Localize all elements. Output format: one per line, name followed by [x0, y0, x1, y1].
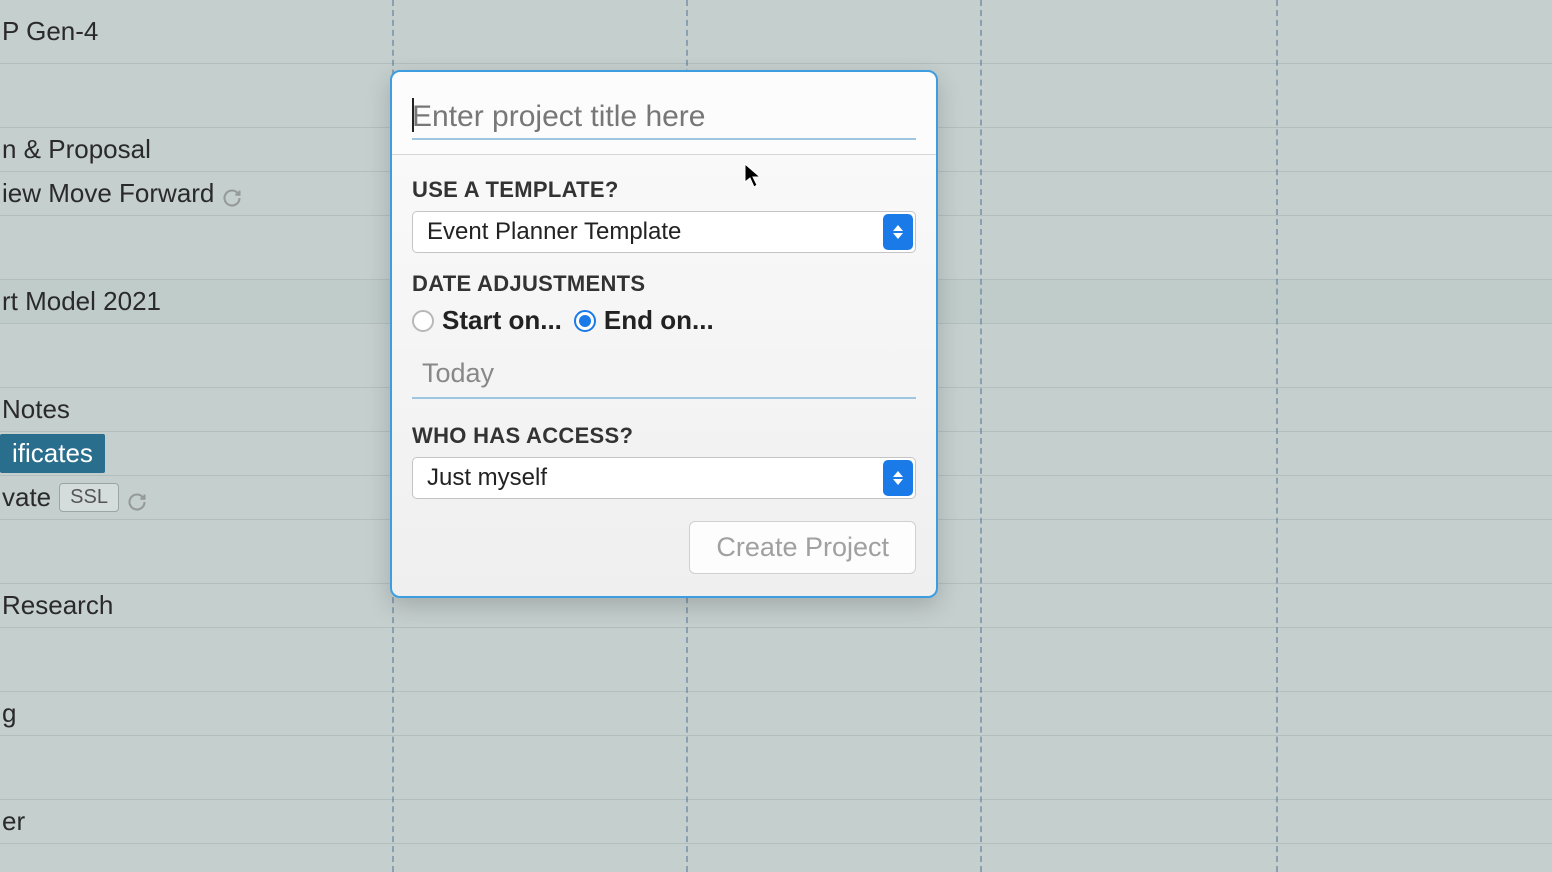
bg-row-spacer [0, 628, 1552, 692]
select-stepper-icon[interactable] [883, 214, 913, 250]
row-text: g [0, 698, 16, 729]
create-project-dialog: USE A TEMPLATE? Event Planner Template D… [390, 70, 938, 598]
access-label: WHO HAS ACCESS? [412, 423, 916, 449]
date-adjustments-label: DATE ADJUSTMENTS [412, 271, 916, 297]
template-select[interactable]: Event Planner Template [412, 211, 916, 253]
row-text: vate [0, 482, 51, 513]
radio-icon [412, 310, 434, 332]
ssl-badge: SSL [59, 483, 119, 512]
row-text: er [0, 806, 25, 837]
date-radio-group: Start on... End on... [412, 305, 916, 336]
row-text-selected: ificates [0, 434, 105, 473]
radio-start-label: Start on... [442, 305, 562, 336]
title-area [392, 72, 936, 155]
radio-end-on[interactable]: End on... [574, 305, 714, 336]
row-text: Research [0, 590, 113, 621]
modal-body: USE A TEMPLATE? Event Planner Template D… [392, 155, 936, 596]
bg-row-spacer [0, 736, 1552, 800]
radio-icon-checked [574, 310, 596, 332]
row-text: Notes [0, 394, 70, 425]
row-text: iew Move Forward [0, 178, 214, 209]
bg-row[interactable]: g [0, 692, 1552, 736]
bg-row[interactable]: P Gen-4 [0, 0, 1552, 64]
date-input[interactable] [412, 352, 916, 399]
row-text: rt Model 2021 [0, 286, 161, 317]
project-title-input[interactable] [412, 96, 916, 140]
grid-line [980, 0, 982, 872]
template-label: USE A TEMPLATE? [412, 177, 916, 203]
row-text: n & Proposal [0, 134, 151, 165]
create-project-button[interactable]: Create Project [689, 521, 916, 574]
refresh-icon[interactable] [127, 488, 147, 508]
template-select-value: Event Planner Template [412, 211, 916, 253]
bg-row[interactable]: er [0, 800, 1552, 844]
access-select[interactable]: Just myself [412, 457, 916, 499]
access-select-value: Just myself [412, 457, 916, 499]
radio-start-on[interactable]: Start on... [412, 305, 562, 336]
refresh-icon[interactable] [222, 184, 242, 204]
grid-line [1276, 0, 1278, 872]
text-cursor [412, 98, 414, 132]
radio-end-label: End on... [604, 305, 714, 336]
select-stepper-icon[interactable] [883, 460, 913, 496]
row-text: P Gen-4 [0, 16, 98, 47]
